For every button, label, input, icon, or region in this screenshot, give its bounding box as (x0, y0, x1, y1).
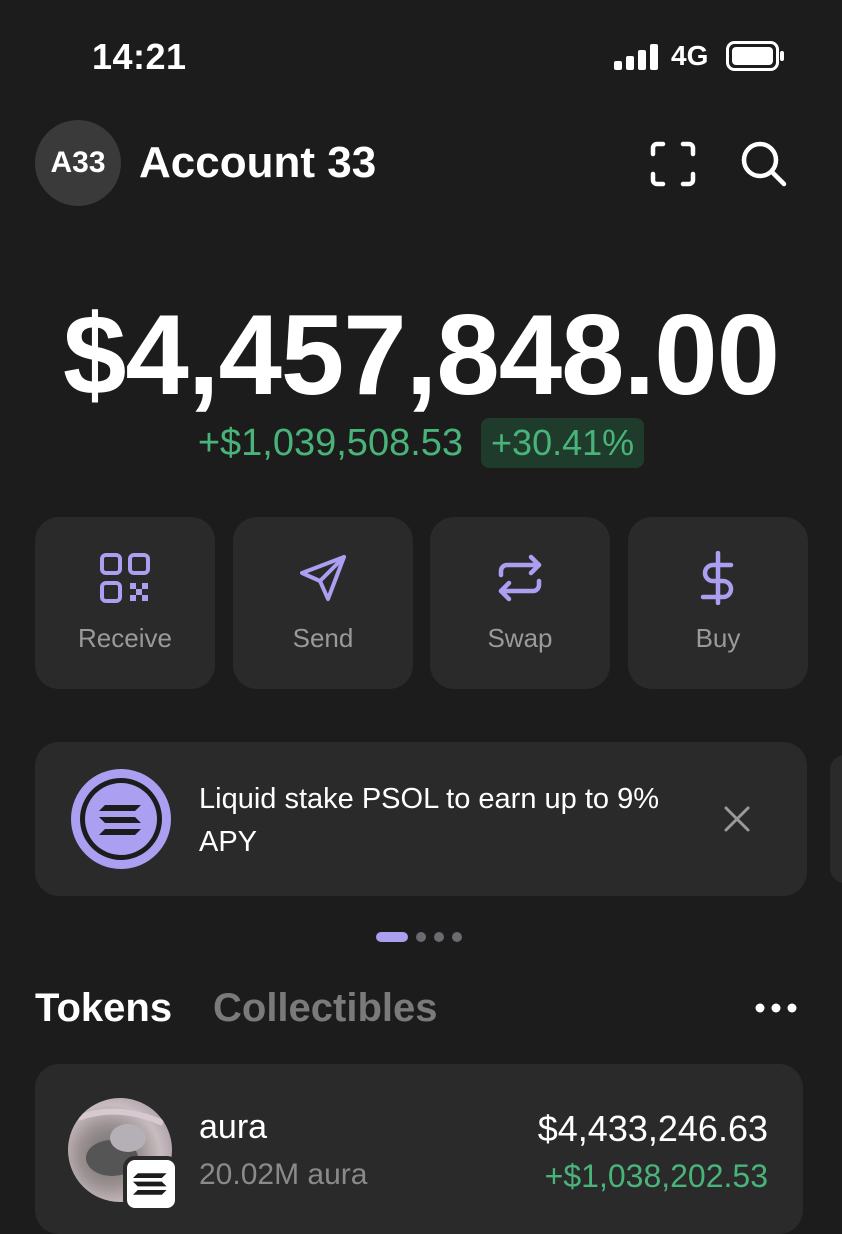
pagination-dot[interactable] (434, 932, 444, 942)
swap-icon (498, 554, 542, 602)
battery-icon (726, 41, 784, 71)
solana-chain-icon (123, 1156, 179, 1212)
buy-button[interactable]: Buy (628, 517, 808, 689)
dollar-icon (700, 551, 734, 605)
token-name: aura (199, 1108, 268, 1146)
search-icon[interactable] (736, 136, 792, 192)
pagination-dot[interactable] (452, 932, 462, 942)
token-amount: 20.02M aura (199, 1158, 368, 1191)
tab-tokens[interactable]: Tokens (35, 986, 172, 1031)
network-type: 4G (671, 40, 709, 71)
send-button[interactable]: Send (233, 517, 413, 689)
solana-icon (71, 769, 171, 869)
promo-text: Liquid stake PSOL to earn up to 9% APY (199, 783, 659, 858)
token-change: +$1,038,202.53 (544, 1158, 768, 1194)
status-time: 14:21 (92, 36, 187, 77)
account-avatar[interactable]: A33 (35, 120, 121, 206)
next-promo-card[interactable] (830, 755, 842, 883)
tab-collectibles[interactable]: Collectibles (213, 986, 438, 1031)
send-icon (300, 555, 346, 601)
more-options-icon[interactable] (750, 990, 802, 1026)
receive-button[interactable]: Receive (35, 517, 215, 689)
scan-icon[interactable] (645, 136, 701, 192)
send-label: Send (292, 623, 354, 653)
swap-label: Swap (487, 623, 553, 653)
swap-button[interactable]: Swap (430, 517, 610, 689)
token-value: $4,433,246.63 (537, 1108, 768, 1149)
balance-change-percent-badge: +30.41% (481, 418, 645, 468)
buy-label: Buy (695, 623, 741, 653)
account-name[interactable]: Account 33 (139, 138, 376, 188)
total-balance: $4,457,848.00 (62, 292, 780, 419)
pagination-dot-active[interactable] (376, 932, 408, 942)
balance-change-amount: +$1,039,508.53 (197, 421, 464, 464)
close-icon[interactable] (721, 803, 753, 835)
qr-code-icon (100, 553, 150, 603)
token-row[interactable]: aura 20.02M aura $4,433,246.63 +$1,038,2… (35, 1064, 803, 1234)
promo-card[interactable]: Liquid stake PSOL to earn up to 9% APY (35, 742, 807, 896)
promo-pagination (376, 932, 462, 942)
pagination-dot[interactable] (416, 932, 426, 942)
receive-label: Receive (78, 623, 172, 653)
cellular-signal-icon (614, 44, 658, 70)
balance-change-row: +$1,039,508.53 +30.41% (0, 418, 842, 468)
